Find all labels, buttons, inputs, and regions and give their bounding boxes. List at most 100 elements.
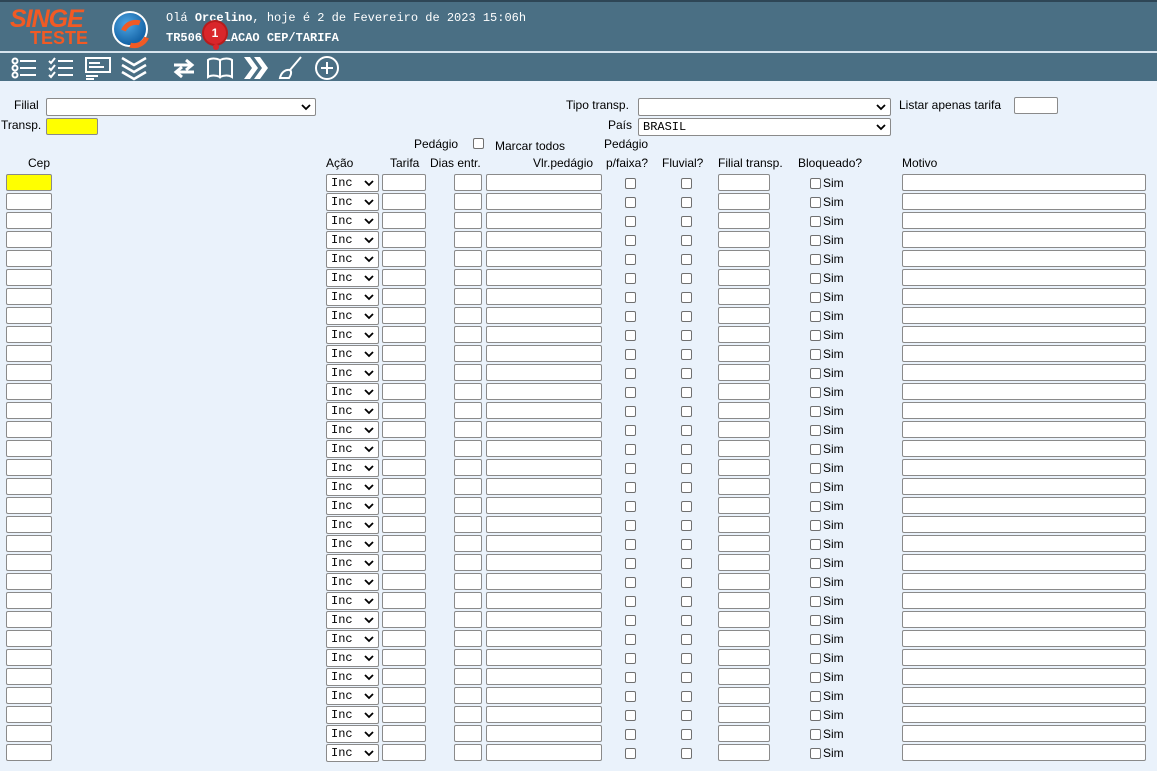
dias-entr-input[interactable] — [454, 516, 482, 533]
cep-input[interactable] — [6, 326, 52, 343]
tarifa-input[interactable] — [382, 744, 426, 761]
acao-select[interactable]: Inc — [326, 402, 379, 420]
cep-input[interactable] — [6, 231, 52, 248]
filial-transp-input[interactable] — [718, 611, 770, 628]
fluvial-checkbox[interactable] — [681, 349, 692, 360]
cep-input[interactable] — [6, 497, 52, 514]
motivo-input[interactable] — [902, 744, 1146, 761]
vlr-pedagio-input[interactable] — [486, 440, 602, 457]
acao-select[interactable]: Inc — [326, 345, 379, 363]
cep-input[interactable] — [6, 592, 52, 609]
dias-entr-input[interactable] — [454, 611, 482, 628]
bloqueado-checkbox[interactable] — [810, 235, 821, 246]
book-icon[interactable] — [206, 55, 234, 81]
acao-select[interactable]: Inc — [326, 459, 379, 477]
dias-entr-input[interactable] — [454, 706, 482, 723]
fluvial-checkbox[interactable] — [681, 178, 692, 189]
cep-input[interactable] — [6, 535, 52, 552]
filial-transp-input[interactable] — [718, 744, 770, 761]
fluvial-checkbox[interactable] — [681, 710, 692, 721]
fluvial-checkbox[interactable] — [681, 235, 692, 246]
filial-transp-input[interactable] — [718, 649, 770, 666]
motivo-input[interactable] — [902, 497, 1146, 514]
cep-input[interactable] — [6, 421, 52, 438]
acao-select[interactable]: Inc — [326, 326, 379, 344]
filial-transp-input[interactable] — [718, 516, 770, 533]
pedagio-faixa-checkbox[interactable] — [625, 444, 636, 455]
tarifa-input[interactable] — [382, 231, 426, 248]
motivo-input[interactable] — [902, 592, 1146, 609]
filial-transp-input[interactable] — [718, 421, 770, 438]
tarifa-input[interactable] — [382, 345, 426, 362]
vlr-pedagio-input[interactable] — [486, 402, 602, 419]
bloqueado-checkbox[interactable] — [810, 406, 821, 417]
pedagio-faixa-checkbox[interactable] — [625, 539, 636, 550]
dias-entr-input[interactable] — [454, 364, 482, 381]
pedagio-faixa-checkbox[interactable] — [625, 577, 636, 588]
fluvial-checkbox[interactable] — [681, 330, 692, 341]
motivo-input[interactable] — [902, 383, 1146, 400]
tarifa-input[interactable] — [382, 364, 426, 381]
filial-transp-input[interactable] — [718, 364, 770, 381]
add-circle-icon[interactable] — [313, 55, 341, 81]
fluvial-checkbox[interactable] — [681, 292, 692, 303]
cep-input[interactable] — [6, 212, 52, 229]
pais-select[interactable]: BRASIL — [638, 118, 891, 136]
tarifa-input[interactable] — [382, 459, 426, 476]
dias-entr-input[interactable] — [454, 307, 482, 324]
vlr-pedagio-input[interactable] — [486, 326, 602, 343]
vlr-pedagio-input[interactable] — [486, 630, 602, 647]
dias-entr-input[interactable] — [454, 345, 482, 362]
tarifa-input[interactable] — [382, 402, 426, 419]
tarifa-input[interactable] — [382, 250, 426, 267]
motivo-input[interactable] — [902, 649, 1146, 666]
cep-input[interactable] — [6, 630, 52, 647]
filial-transp-input[interactable] — [718, 668, 770, 685]
bloqueado-checkbox[interactable] — [810, 349, 821, 360]
bloqueado-checkbox[interactable] — [810, 501, 821, 512]
fluvial-checkbox[interactable] — [681, 425, 692, 436]
chevrons-down-icon[interactable] — [120, 55, 148, 81]
cep-input[interactable] — [6, 516, 52, 533]
acao-select[interactable]: Inc — [326, 269, 379, 287]
dias-entr-input[interactable] — [454, 231, 482, 248]
vlr-pedagio-input[interactable] — [486, 269, 602, 286]
acao-select[interactable]: Inc — [326, 725, 379, 743]
cep-input[interactable] — [6, 649, 52, 666]
tarifa-input[interactable] — [382, 269, 426, 286]
fluvial-checkbox[interactable] — [681, 387, 692, 398]
dias-entr-input[interactable] — [454, 193, 482, 210]
bloqueado-checkbox[interactable] — [810, 273, 821, 284]
fluvial-checkbox[interactable] — [681, 653, 692, 664]
fluvial-checkbox[interactable] — [681, 615, 692, 626]
pedagio-faixa-checkbox[interactable] — [625, 482, 636, 493]
pedagio-faixa-checkbox[interactable] — [625, 216, 636, 227]
pedagio-faixa-checkbox[interactable] — [625, 520, 636, 531]
bloqueado-checkbox[interactable] — [810, 178, 821, 189]
motivo-input[interactable] — [902, 668, 1146, 685]
filial-transp-input[interactable] — [718, 212, 770, 229]
vlr-pedagio-input[interactable] — [486, 668, 602, 685]
vlr-pedagio-input[interactable] — [486, 459, 602, 476]
tarifa-input[interactable] — [382, 725, 426, 742]
cep-input[interactable] — [6, 440, 52, 457]
cep-input[interactable] — [6, 554, 52, 571]
cep-input[interactable] — [6, 402, 52, 419]
bloqueado-checkbox[interactable] — [810, 254, 821, 265]
motivo-input[interactable] — [902, 573, 1146, 590]
motivo-input[interactable] — [902, 288, 1146, 305]
dias-entr-input[interactable] — [454, 421, 482, 438]
vlr-pedagio-input[interactable] — [486, 364, 602, 381]
acao-select[interactable]: Inc — [326, 687, 379, 705]
pedagio-checkbox[interactable] — [473, 138, 484, 149]
pedagio-faixa-checkbox[interactable] — [625, 330, 636, 341]
dias-entr-input[interactable] — [454, 497, 482, 514]
pedagio-faixa-checkbox[interactable] — [625, 729, 636, 740]
bloqueado-checkbox[interactable] — [810, 216, 821, 227]
dias-entr-input[interactable] — [454, 174, 482, 191]
acao-select[interactable]: Inc — [326, 288, 379, 306]
vlr-pedagio-input[interactable] — [486, 174, 602, 191]
bloqueado-checkbox[interactable] — [810, 368, 821, 379]
bloqueado-checkbox[interactable] — [810, 710, 821, 721]
pedagio-faixa-checkbox[interactable] — [625, 463, 636, 474]
